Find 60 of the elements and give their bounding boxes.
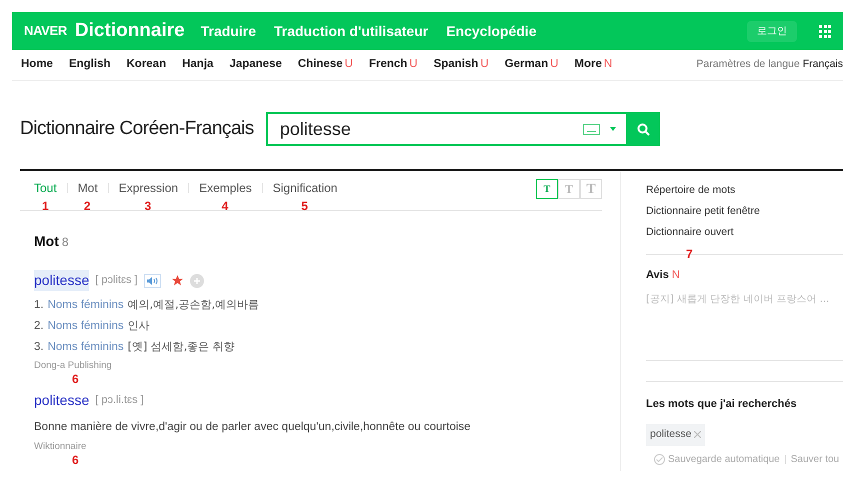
language-link[interactable]: French U bbox=[368, 56, 418, 74]
history-chip[interactable]: politesse bbox=[646, 424, 706, 446]
korean-meaning: 예의,예절,공손함,예의바름 bbox=[128, 297, 260, 313]
add-icon[interactable] bbox=[190, 274, 204, 288]
source-label: Wiktionnaire bbox=[34, 441, 88, 453]
search-icon bbox=[637, 122, 650, 136]
language-link[interactable]: Home bbox=[21, 56, 53, 74]
headword-link[interactable]: politesse bbox=[34, 270, 90, 291]
pronunciation: [ pɔ.li.tɛs ] bbox=[95, 393, 144, 408]
filter-tab[interactable]: Signification bbox=[272, 179, 338, 197]
sidebar-link[interactable]: Dictionnaire ouvert bbox=[646, 225, 843, 239]
annotation-number: 2 bbox=[84, 199, 91, 213]
annotation-number: 6 bbox=[72, 454, 80, 467]
source-label: Dong-a Publishing bbox=[34, 360, 113, 372]
language-link[interactable]: Japanese bbox=[229, 56, 282, 74]
pronunciation: [ pɔlitɛs ] bbox=[95, 273, 138, 288]
sidebar-link[interactable]: Dictionnaire petit fenêtre bbox=[646, 204, 843, 218]
annotation-number: 1 bbox=[42, 199, 49, 213]
checkmark-icon[interactable] bbox=[654, 454, 665, 466]
annotation-number: 3 bbox=[144, 199, 152, 213]
language-settings-label: Paramètres de langue bbox=[696, 57, 800, 72]
sidebar-link[interactable]: Répertoire de mots bbox=[646, 183, 843, 197]
sense-number: 1. bbox=[34, 298, 44, 313]
korean-meaning: [옛] 섬세함,좋은 취향 bbox=[128, 339, 235, 355]
language-link[interactable]: Korean bbox=[126, 56, 166, 74]
result-count: 8 bbox=[62, 234, 69, 251]
language-settings-value[interactable]: Français bbox=[802, 57, 843, 73]
korean-meaning: 인사 bbox=[128, 318, 150, 334]
history-word[interactable]: politesse bbox=[650, 427, 692, 443]
annotation-number: 4 bbox=[222, 199, 228, 213]
annotation-number: 5 bbox=[301, 199, 308, 213]
search-bar[interactable]: politesse bbox=[266, 112, 628, 146]
sense-number: 3. bbox=[34, 340, 44, 355]
section-title: Mot bbox=[34, 232, 59, 251]
annotation-number: 6 bbox=[72, 373, 80, 386]
language-link[interactable]: German U bbox=[504, 56, 558, 74]
language-link[interactable]: Hanja bbox=[182, 56, 214, 74]
filter-tab[interactable]: Expression bbox=[118, 179, 178, 197]
definition-text: Bonne manière de vivre,d'agir ou de parler avec quelqu'un,civile,honnête ou courtoise bbox=[34, 420, 472, 435]
language-link[interactable]: More N bbox=[574, 56, 612, 74]
language-link[interactable]: Spanish U bbox=[434, 56, 489, 74]
notice-title: Avis bbox=[646, 268, 669, 283]
close-icon[interactable] bbox=[694, 431, 702, 438]
filter-tab[interactable]: Mot bbox=[78, 179, 98, 197]
language-link[interactable]: Chinese U bbox=[298, 56, 353, 74]
search-button[interactable] bbox=[628, 112, 660, 146]
headword-link[interactable]: politesse bbox=[34, 390, 90, 411]
keyboard-icon[interactable] bbox=[582, 124, 600, 134]
page-title: Dictionnaire Coréen-Français bbox=[20, 116, 254, 141]
annotation-number: 7 bbox=[686, 247, 693, 261]
star-icon[interactable] bbox=[170, 274, 184, 287]
search-field[interactable]: politesse bbox=[268, 114, 583, 144]
caret-icon[interactable] bbox=[610, 127, 616, 131]
speaker-icon[interactable] bbox=[144, 274, 161, 288]
new-label: N bbox=[672, 268, 680, 283]
language-link[interactable]: English bbox=[68, 56, 110, 74]
filter-tab[interactable]: Exemples bbox=[199, 179, 252, 197]
apps-menu-icon[interactable] bbox=[819, 25, 831, 37]
sense-number: 2. bbox=[34, 319, 44, 334]
history-title: Les mots que j'ai recherchés bbox=[646, 396, 798, 412]
